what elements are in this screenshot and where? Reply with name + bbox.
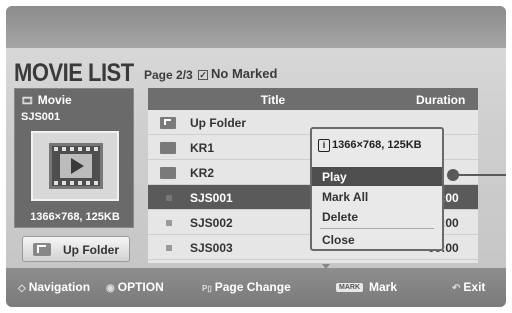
pointer-line [458, 174, 506, 176]
option-icon: ◉ [106, 283, 115, 294]
file-icon [166, 220, 172, 226]
menu-item-mark-all[interactable]: Mark All [312, 187, 442, 206]
mark-key-icon: MARK [336, 283, 363, 292]
up-folder-icon [33, 243, 51, 256]
option-popup-menu: i 1366×768, 125KB Play Mark All Delete Cl… [310, 127, 444, 251]
info-icon: i [318, 139, 330, 152]
list-item-name: SJS001 [190, 191, 233, 205]
exit-icon: ↶ [452, 283, 461, 294]
movie-icon: 🎞 [21, 96, 34, 107]
footer-option: ◉ OPTION [106, 280, 164, 294]
page-title: MOVIE LIST [14, 58, 134, 87]
popup-file-info: i 1366×768, 125KB [318, 139, 422, 152]
top-band [6, 6, 506, 48]
marked-status: ✓ No Marked [198, 66, 277, 81]
up-folder-button[interactable]: Up Folder [22, 236, 130, 262]
list-item-name: KR2 [190, 166, 215, 180]
footer-page-change: P▯ Page Change [202, 280, 291, 294]
menu-item-play[interactable]: Play [312, 167, 442, 186]
menu-divider [320, 228, 434, 229]
preview-header: 🎞 Movie [15, 89, 133, 111]
marked-label: No Marked [211, 66, 278, 81]
popup-info-text: 1366×768, 125KB [332, 139, 422, 151]
file-icon [166, 245, 172, 251]
menu-item-close[interactable]: Close [312, 230, 442, 249]
list-item-name: Up Folder [190, 116, 246, 130]
folder-icon [160, 142, 176, 154]
up-folder-label: Up Folder [63, 243, 119, 257]
preview-thumbnail [31, 131, 119, 201]
up-folder-icon [160, 117, 176, 129]
footer-exit: ↶ Exit [452, 280, 486, 294]
list-item-name: SJS003 [190, 241, 233, 255]
list-item-name: SJS002 [190, 216, 233, 230]
column-duration: Duration [416, 93, 466, 107]
checkbox-icon: ✓ [198, 70, 208, 80]
footer-mark: MARK Mark [336, 280, 397, 294]
preview-filename: SJS001 [21, 111, 61, 123]
preview-label: Movie [37, 93, 72, 107]
menu-item-delete[interactable]: Delete [312, 207, 442, 226]
column-title: Title [260, 93, 286, 107]
page-key-icon: P▯ [202, 284, 212, 293]
preview-panel: 🎞 Movie SJS001 1366×768, 125KB [14, 88, 134, 228]
preview-file-info: 1366×768, 125KB [30, 211, 120, 223]
list-header: Title Duration [148, 88, 478, 110]
footer-bar: ◇ Navigation ◉ OPTION P▯ Page Change MARK Ma… [6, 268, 506, 307]
page-indicator: Page 2/3 [144, 68, 193, 82]
list-item-name: KR1 [190, 141, 215, 155]
file-icon [166, 195, 172, 201]
footer-navigation: ◇ Navigation [18, 280, 91, 294]
folder-icon [160, 167, 176, 179]
movie-list-screen: MOVIE LIST Page 2/3 ✓ No Marked 🎞 Movie SJ… [6, 6, 506, 307]
film-play-icon [49, 143, 103, 189]
navigation-icon: ◇ [18, 283, 26, 294]
